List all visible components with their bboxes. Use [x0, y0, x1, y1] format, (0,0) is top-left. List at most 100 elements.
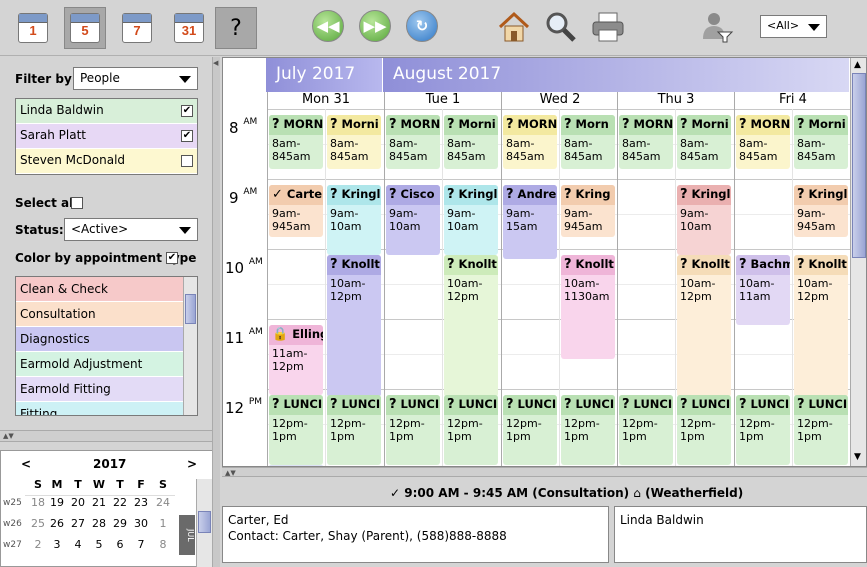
- appointment[interactable]: ? Morn 8am-845am: [561, 115, 615, 169]
- appointment-type-item[interactable]: Diagnostics: [16, 327, 183, 352]
- scroll-up-icon[interactable]: ▲: [854, 60, 861, 70]
- appointment[interactable]: ? LUNCI 12pm-1pm: [269, 395, 323, 465]
- appointment-type-item[interactable]: Clean & Check: [16, 277, 183, 302]
- panel-splitter[interactable]: ▲▼: [0, 430, 213, 442]
- scrollbar-thumb[interactable]: [198, 511, 211, 533]
- mini-cal-day[interactable]: 22: [110, 496, 130, 509]
- status-select[interactable]: <Active>: [64, 218, 198, 241]
- select-all-checkbox[interactable]: [71, 197, 83, 209]
- mini-cal-day[interactable]: 18: [28, 496, 48, 509]
- person-row[interactable]: Linda Baldwin ✔: [16, 99, 197, 124]
- appointment[interactable]: ? LUNCI 12pm-1pm: [386, 395, 440, 465]
- appointment[interactable]: ? Kringl 9am-10am: [327, 185, 381, 255]
- previous-button[interactable]: ◀◀: [312, 10, 344, 42]
- mini-cal-day[interactable]: 27: [68, 517, 88, 530]
- work-week-view-button[interactable]: 5: [64, 7, 106, 49]
- color-by-type-checkbox[interactable]: ✔: [166, 252, 178, 264]
- today-button[interactable]: ↻: [406, 10, 438, 42]
- appointment[interactable]: ? Knollt 10am-12pm: [444, 255, 498, 397]
- day-header[interactable]: Tue 1: [384, 92, 501, 109]
- week-view-button[interactable]: 7: [116, 7, 158, 49]
- appointment-type-item[interactable]: Earmold Fitting: [16, 377, 183, 402]
- appointment[interactable]: ? Morni 8am-845am: [444, 115, 498, 169]
- mini-cal-day[interactable]: 3: [47, 538, 67, 551]
- print-button[interactable]: [590, 10, 626, 44]
- mini-cal-day[interactable]: 21: [89, 496, 109, 509]
- appointment-type-item[interactable]: Fitting: [16, 402, 183, 415]
- person-row[interactable]: Steven McDonald: [16, 149, 197, 174]
- type-list-scrollbar[interactable]: [183, 277, 197, 415]
- appointment[interactable]: ? Morni 8am-845am: [677, 115, 731, 169]
- mini-cal-next-button[interactable]: >: [187, 457, 197, 471]
- mini-cal-day[interactable]: 6: [110, 538, 130, 551]
- appointment[interactable]: ? Cisco 9am-10am: [386, 185, 440, 255]
- appointment[interactable]: ? Andre 9am-15am: [503, 185, 557, 259]
- appointment[interactable]: ? LUNCI 12pm-1pm: [327, 395, 381, 465]
- appointment-type-item[interactable]: Earmold Adjustment: [16, 352, 183, 377]
- provider-filter-button[interactable]: [700, 10, 734, 44]
- appointment[interactable]: ? Kringl 9am-945am: [794, 185, 848, 237]
- search-button[interactable]: [544, 10, 578, 44]
- mini-cal-day[interactable]: 1: [153, 517, 173, 530]
- appointment[interactable]: ? MORN 8am-845am: [503, 115, 557, 169]
- person-row[interactable]: Sarah Platt ✔: [16, 124, 197, 149]
- next-button[interactable]: ▶▶: [359, 10, 391, 42]
- mini-cal-day[interactable]: 23: [131, 496, 151, 509]
- appointment[interactable]: ? MORN 8am-845am: [386, 115, 440, 169]
- provider-filter-select[interactable]: <All>: [760, 15, 827, 38]
- scrollbar-thumb[interactable]: [852, 73, 866, 258]
- appointment[interactable]: ✓ Carte 9am-945am: [269, 185, 323, 237]
- mini-cal-day[interactable]: 24: [153, 496, 173, 509]
- calendar-scrollbar[interactable]: ▲ ▼: [850, 58, 866, 466]
- scrollbar-thumb[interactable]: [185, 294, 196, 324]
- mini-cal-day[interactable]: 26: [47, 517, 67, 530]
- appointment[interactable]: ? Kringl 9am-10am: [677, 185, 731, 255]
- mini-cal-month-tab[interactable]: JUL: [179, 515, 195, 555]
- appointment-type-item[interactable]: Consultation: [16, 302, 183, 327]
- day-header[interactable]: Wed 2: [501, 92, 618, 109]
- appointment[interactable]: 🔒Ellings 11am-12pm: [269, 325, 323, 395]
- appointment[interactable]: ? Knollt 10am-12pm: [327, 255, 381, 397]
- appointment[interactable]: ? LUNCI 12pm-1pm: [794, 395, 848, 465]
- mini-cal-day[interactable]: 8: [153, 538, 173, 551]
- appointment[interactable]: ? Kringl 9am-10am: [444, 185, 498, 255]
- appointment[interactable]: ? MORN 8am-845am: [269, 115, 323, 169]
- appointment[interactable]: ? Bachm 10am-11am: [736, 255, 790, 325]
- month-view-button[interactable]: 31: [168, 7, 210, 49]
- mini-cal-day[interactable]: 4: [68, 538, 88, 551]
- appointment[interactable]: ? Kring 9am-945am: [561, 185, 615, 237]
- mini-cal-day[interactable]: 28: [89, 517, 109, 530]
- mini-cal-day[interactable]: 29: [110, 517, 130, 530]
- appointment[interactable]: ? LUNCI 12pm-1pm: [619, 395, 673, 465]
- appointment[interactable]: ? LUNCI 12pm-1pm: [677, 395, 731, 465]
- mini-cal-scrollbar[interactable]: [196, 479, 212, 567]
- day-header[interactable]: Fri 4: [734, 92, 851, 109]
- day-header[interactable]: Mon 31: [267, 92, 384, 109]
- person-checkbox[interactable]: ✔: [181, 105, 193, 117]
- mini-cal-day[interactable]: 5: [89, 538, 109, 551]
- calendar-splitter[interactable]: ▲▼: [222, 467, 867, 477]
- home-button[interactable]: [497, 10, 531, 44]
- vertical-splitter[interactable]: ◀: [212, 57, 220, 567]
- appointment[interactable]: ? Knollt 10am-12pm: [677, 255, 731, 397]
- day-header[interactable]: Thu 3: [617, 92, 734, 109]
- mini-cal-day[interactable]: 2: [28, 538, 48, 551]
- mini-cal-day[interactable]: 20: [68, 496, 88, 509]
- scroll-down-icon[interactable]: ▼: [854, 452, 861, 462]
- mini-cal-day[interactable]: 30: [131, 517, 151, 530]
- mini-cal-prev-button[interactable]: <: [21, 457, 31, 471]
- person-checkbox[interactable]: ✔: [181, 130, 193, 142]
- appointment[interactable]: ? LUNCI 12pm-1pm: [736, 395, 790, 465]
- appointment[interactable]: ? Morni 8am-845am: [327, 115, 381, 169]
- person-checkbox[interactable]: [181, 155, 193, 167]
- appointment[interactable]: ? MORN 8am-845am: [736, 115, 790, 169]
- appointment[interactable]: ? LUNCI 12pm-1pm: [503, 395, 557, 465]
- filter-by-select[interactable]: People: [73, 67, 198, 90]
- mini-cal-day[interactable]: 19: [47, 496, 67, 509]
- mini-cal-day[interactable]: 25: [28, 517, 48, 530]
- mini-cal-day[interactable]: 7: [131, 538, 151, 551]
- appointment[interactable]: ? Knollt 10am-12pm: [794, 255, 848, 397]
- appointment[interactable]: ? MORN 8am-845am: [619, 115, 673, 169]
- appointment[interactable]: ? LUNCI 12pm-1pm: [561, 395, 615, 465]
- help-button[interactable]: ?: [215, 7, 257, 49]
